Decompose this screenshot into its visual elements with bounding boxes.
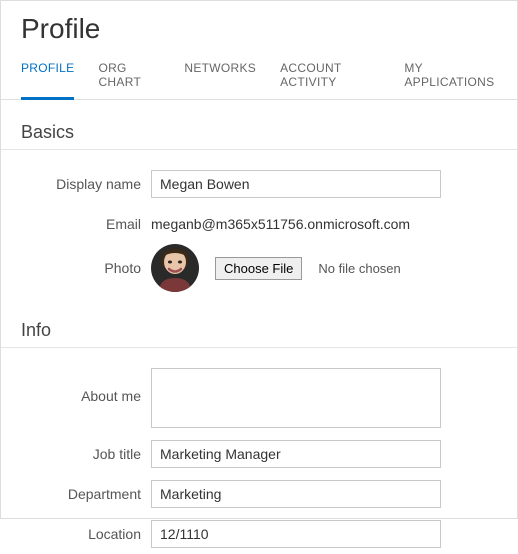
tabs-bar: PROFILE ORG CHART NETWORKS ACCOUNT ACTIV… [1, 53, 517, 100]
tab-org-chart[interactable]: ORG CHART [98, 53, 160, 99]
label-photo: Photo [21, 260, 141, 276]
tab-my-applications[interactable]: MY APPLICATIONS [404, 53, 497, 99]
row-job-title: Job title [1, 434, 517, 474]
input-job-title[interactable] [151, 440, 441, 468]
row-location: Location [1, 514, 517, 554]
tab-profile[interactable]: PROFILE [21, 53, 74, 100]
label-about-me: About me [21, 368, 141, 404]
label-location: Location [21, 520, 141, 542]
file-status: No file chosen [318, 261, 400, 276]
section-info-title: Info [1, 298, 517, 348]
value-email: meganb@m365x511756.onmicrosoft.com [151, 210, 410, 232]
avatar [151, 244, 199, 292]
row-photo: Photo Choose File No file chosen [1, 238, 517, 298]
tab-account-activity[interactable]: ACCOUNT ACTIVITY [280, 53, 380, 99]
avatar-icon [151, 244, 199, 292]
label-department: Department [21, 480, 141, 502]
input-display-name[interactable] [151, 170, 441, 198]
label-display-name: Display name [21, 170, 141, 192]
input-about-me[interactable] [151, 368, 441, 428]
page-title: Profile [1, 1, 517, 53]
section-basics-title: Basics [1, 100, 517, 150]
choose-file-button[interactable]: Choose File [215, 257, 302, 280]
row-email: Email meganb@m365x511756.onmicrosoft.com [1, 204, 517, 238]
row-department: Department [1, 474, 517, 514]
tab-networks[interactable]: NETWORKS [184, 53, 256, 99]
label-email: Email [21, 210, 141, 232]
label-job-title: Job title [21, 440, 141, 462]
input-department[interactable] [151, 480, 441, 508]
row-display-name: Display name [1, 164, 517, 204]
input-location[interactable] [151, 520, 441, 548]
row-about-me: About me [1, 362, 517, 434]
